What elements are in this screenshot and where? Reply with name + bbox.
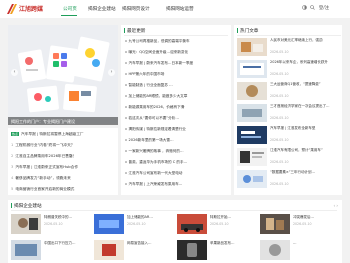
carousel-prev-icon[interactable]: ‹ — [11, 69, 18, 76]
list-item[interactable]: 2026新年里的第一场大雪… — [125, 138, 227, 143]
nav-item-website-building[interactable]: 揭阳企业建站 — [88, 6, 116, 12]
search-icon[interactable] — [310, 5, 316, 10]
hot-article-item[interactable]: 三才首席经济学家在一次会议提出了… 2026-05-10 — [237, 104, 341, 124]
article-item[interactable]: 特朗普关税中的… 2026-05-10 — [11, 214, 89, 238]
nav-item-web-operation[interactable]: 揭阳网站运营 — [166, 6, 194, 12]
nav-item-web-design[interactable]: 揭阳网页设计 — [122, 6, 150, 12]
site-logo-text[interactable]: 江旭跨媒 — [19, 4, 43, 13]
article-thumbnail — [177, 214, 207, 234]
hot-article-item[interactable]: “数据要素×”三年行动计划… 2026-05-10 — [237, 170, 341, 190]
article-thumbnail — [237, 170, 267, 188]
list-item[interactable]: 2 江淮自主品牌乘用车2026年已售罄！ — [11, 154, 115, 159]
article-thumbnail — [237, 126, 267, 144]
list-item[interactable]: 新能源乘用车的2026，价格有下滑 — [125, 105, 227, 110]
list-item[interactable]: 加上储能的AR眼镜，能做多少大文章 — [125, 94, 227, 99]
hot-article-item[interactable]: 人民币对美元汇率继续上行，强劲 2026-05-10 — [237, 38, 341, 58]
article-thumbnail — [260, 240, 290, 260]
section-nav-icon[interactable]: ‹ › — [334, 203, 338, 208]
latest-updates-panel: 最近更新 九号公司再推新品，低调的高端平衡车 曝光：QQ空间全面升级…迎来新变化… — [121, 25, 231, 195]
section-title: 最近更新 — [124, 28, 145, 34]
top-navigation-bar: 江旭跨媒 公司页 揭阳企业建站 揭阳网页设计 揭阳网站运营 登/注 — [0, 0, 350, 18]
logo-mark-icon[interactable] — [7, 4, 17, 14]
list-item[interactable]: 4 奢侈品牌发力“新手动”，领跑未来 — [11, 176, 115, 181]
login-register-link[interactable]: 登/注 — [319, 6, 329, 11]
article-thumbnail — [94, 214, 124, 234]
section-title: 揭阳企业建站 — [11, 203, 42, 209]
featured-list: 热点 汽车早报 | 特斯拉将暂停上海超级工厂 1 工程机械行业“内卷”终将一飞冲天？… — [8, 128, 118, 195]
article-thumbnail — [94, 240, 124, 260]
list-item[interactable]: 智能制造 | 行业全面复苏 … — [125, 83, 227, 88]
list-item[interactable]: 1 工程机械行业“内卷”终将一飞冲天？ — [11, 143, 115, 148]
article-item[interactable]: 网易宣告接入… — [94, 240, 172, 263]
theme-toggle-icon[interactable] — [302, 5, 307, 10]
list-item[interactable]: 汽车早报 | 上汽荣威发布乘用车… — [125, 182, 227, 187]
list-item[interactable]: 3 汽车早报 | 江淮蔚来正式宣布Hub合作 — [11, 165, 115, 170]
hot-article-item[interactable]: 汽车早报 | 江淮发布全新车型 2026-05-10 — [237, 126, 341, 146]
hot-article-item[interactable]: 三大运营商Q1营收，“提速降费” 2026-05-10 — [237, 82, 341, 102]
article-thumbnail — [237, 38, 267, 56]
list-item[interactable]: 曾英，重返华为手机市场的 C 的手… — [125, 160, 227, 165]
list-item[interactable]: 5 电商营销行业首家开启新的商业模式 — [11, 187, 115, 192]
hero-caption[interactable]: 揭阳工作的门户：专业揭阳门户建设 — [8, 117, 118, 125]
hero-image — [8, 25, 118, 124]
list-item[interactable]: 一家新兴奢牌的故事 ，奔驰何的… — [125, 149, 227, 154]
list-item[interactable]: 热点 汽车早报 | 特斯拉将暂停上海超级工厂 — [11, 132, 115, 137]
article-thumbnail — [11, 240, 41, 260]
list-item[interactable]: 江淮汽车公司宣布新一代大型电动 — [125, 171, 227, 176]
article-item[interactable]: … — [260, 240, 338, 263]
article-item[interactable]: 冲突爆发后… 2026-05-10 — [260, 214, 338, 238]
section-title: 热门文章 — [237, 28, 258, 34]
nav-item-home[interactable]: 公司页 — [63, 6, 77, 12]
article-item[interactable]: 中国出口下行压力… — [11, 240, 89, 263]
list-item[interactable]: 九号公司再推新品，低调的高端平衡车 — [125, 39, 227, 44]
website-building-section: 揭阳企业建站 ‹ › 特朗普关税中的… 2026-05-10 加上储能的AR… … — [8, 200, 342, 263]
article-item[interactable]: 特斯拉开始… 2026-05-10 — [177, 214, 255, 238]
article-thumbnail — [237, 148, 267, 166]
hero-carousel[interactable]: ‹ › — [8, 25, 118, 124]
hot-articles-panel: 热门文章 人民币对美元汇率继续上行，强劲 2026-05-10 2026年以来车… — [234, 25, 342, 195]
list-item[interactable]: 曝光：QQ空间全面升级…迎来新变化 — [125, 50, 227, 55]
header-tools: 登/注 — [302, 5, 329, 11]
article-thumbnail — [237, 104, 267, 122]
article-thumbnail — [237, 60, 267, 78]
list-item[interactable]: 揭阳传媒 | 特斯拉新规定看清楚行业 — [125, 127, 227, 132]
article-thumbnail — [11, 214, 41, 234]
article-thumbnail — [237, 82, 267, 100]
active-nav-indicator — [61, 15, 77, 16]
list-item[interactable]: 汽车早报 | 蔚来汽车发布…日本新一季度 — [125, 61, 227, 66]
carousel-next-icon[interactable]: › — [108, 69, 115, 76]
hot-article-item[interactable]: 江淮汽车有限公司，预计“乘用车” 2026-05-10 — [237, 148, 341, 168]
article-item[interactable]: 加上储能的AR… 2026-05-10 — [94, 214, 172, 238]
article-thumbnail — [260, 214, 290, 234]
list-item[interactable]: HPP第六年的中国市场 — [125, 72, 227, 77]
list-item[interactable]: 若这次从“要你可以不要”分析… — [125, 116, 227, 121]
article-item[interactable]: 苹果新品发布… — [177, 240, 255, 263]
hot-article-item[interactable]: 2026年以来车企，系列高速增长跃升 2026-05-10 — [237, 60, 341, 80]
article-thumbnail — [177, 240, 207, 260]
